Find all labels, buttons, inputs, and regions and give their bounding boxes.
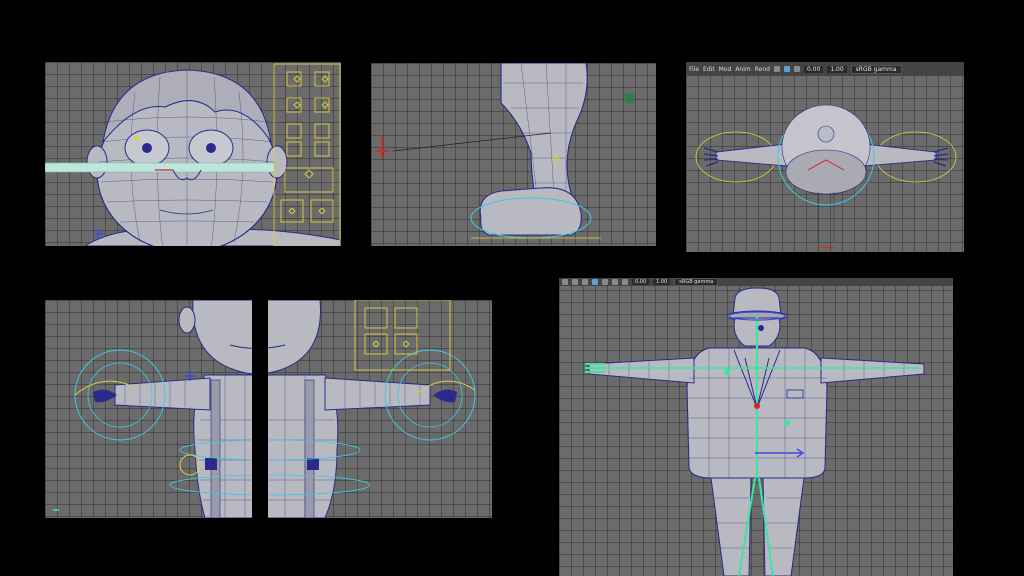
- right-strap: [304, 379, 315, 518]
- head-front-scene: [45, 63, 341, 246]
- top-view-scene: [695, 104, 957, 248]
- left-arm-mesh: [715, 143, 787, 167]
- view-cube: [625, 93, 634, 103]
- hair-tuft: [817, 125, 835, 143]
- viewport-head-front[interactable]: [45, 62, 341, 246]
- pole-vector-cross: [375, 135, 389, 159]
- legs-side-scene: [375, 63, 634, 239]
- viewport-legs-side[interactable]: [371, 63, 656, 246]
- right-pupil: [206, 143, 216, 153]
- left-ear-mesh: [86, 145, 108, 179]
- body-top-mesh: [785, 149, 867, 195]
- left-arm-mesh: [588, 357, 695, 384]
- left-hand: [93, 389, 117, 403]
- panel-split-gap: [252, 300, 268, 518]
- leg-lines: [817, 192, 835, 242]
- left-button: [205, 458, 217, 470]
- chest-joint: [784, 420, 790, 426]
- shoulder-joint: [724, 369, 730, 375]
- suit-character-scene: [585, 287, 925, 576]
- right-button: [307, 458, 319, 470]
- left-pupil: [142, 143, 152, 153]
- pelvis-joint: [754, 403, 760, 409]
- viewport-suit-character[interactable]: 0.00 1.00 sRGB gamma: [559, 278, 953, 576]
- right-leg-mesh: [762, 477, 805, 576]
- right-hand: [433, 389, 457, 403]
- right-arm-mesh: [324, 377, 431, 411]
- right-ear-mesh: [266, 145, 288, 179]
- selection-band: [45, 162, 276, 173]
- right-arm-mesh: [863, 143, 937, 167]
- left-strap: [210, 379, 221, 518]
- arms-front-scene: [53, 300, 476, 518]
- eye-control: [134, 135, 140, 141]
- ear-mesh: [178, 306, 196, 334]
- left-leg-mesh: [710, 477, 752, 576]
- left-arm-mesh: [114, 377, 211, 411]
- viewport-arms-front[interactable]: [45, 300, 492, 518]
- right-arm-mesh: [820, 357, 925, 384]
- face-feature: [758, 325, 764, 331]
- shoe-mesh: [479, 187, 582, 236]
- viewport-top-view[interactable]: File Edit Mod Anim Rend 0.00 1.00 sRGB g…: [686, 62, 964, 252]
